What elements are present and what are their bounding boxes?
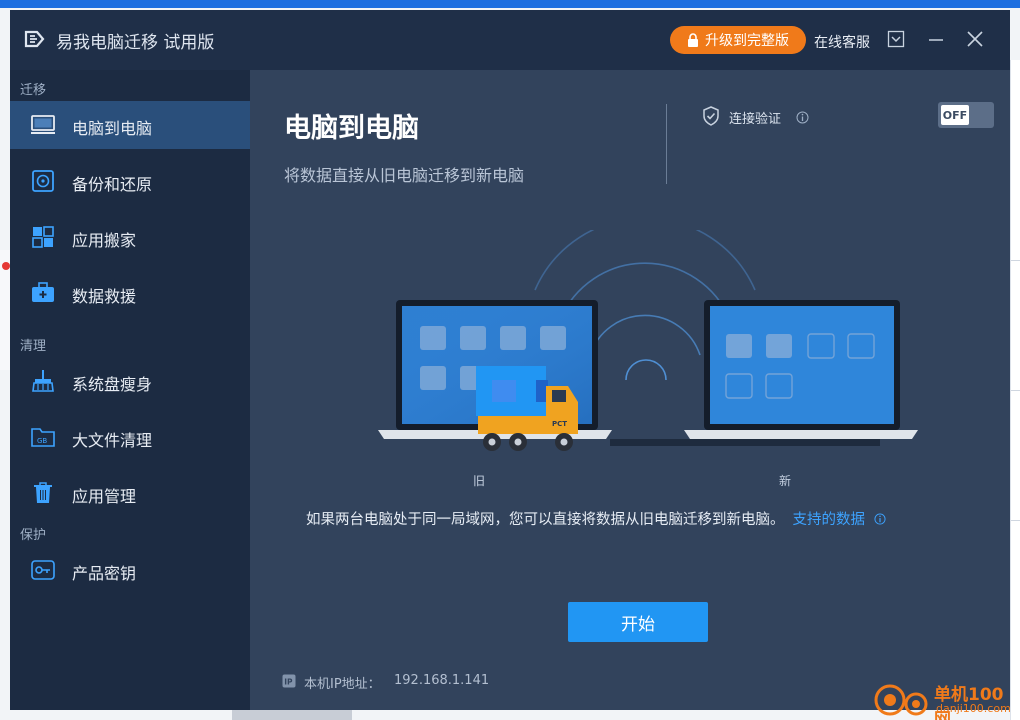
- background-divider: [1011, 520, 1020, 521]
- app-grid-icon: [32, 226, 54, 248]
- header-divider: [666, 104, 667, 184]
- sidebar-item-label: 电脑到电脑: [72, 119, 153, 138]
- watermark-logo-icon: [874, 684, 928, 716]
- minimize-icon[interactable]: [927, 30, 945, 48]
- sidebar-item-app-migration[interactable]: 应用搬家: [10, 213, 250, 261]
- page-subtitle: 将数据直接从旧电脑迁移到新电脑: [284, 166, 525, 185]
- background-app-right-strip: [1010, 60, 1020, 720]
- title-bar: 易我电脑迁移 试用版 升级到完整版 在线客服: [10, 10, 1010, 70]
- broom-icon: [32, 370, 54, 392]
- sidebar: 迁移 电脑到电脑 备份和还原 应用搬家 数据救援 清理 系统盘瘦身 GB 大文件…: [10, 70, 250, 710]
- info-icon[interactable]: [796, 111, 809, 124]
- app-logo-icon: [24, 30, 45, 48]
- close-icon[interactable]: [966, 30, 984, 48]
- truck-label: PCT: [552, 420, 567, 428]
- trash-can-icon: [34, 482, 52, 503]
- background-notification-dot: [2, 262, 10, 270]
- new-laptop-icon: [684, 300, 918, 439]
- first-aid-kit-icon: [32, 282, 54, 302]
- key-icon: [31, 560, 55, 580]
- backup-disk-icon: [32, 170, 54, 192]
- background-app-header: [0, 0, 1020, 8]
- dropdown-menu-icon[interactable]: [887, 30, 905, 48]
- upgrade-button[interactable]: 升级到完整版: [670, 26, 806, 54]
- gb-folder-icon: GB: [31, 428, 55, 447]
- lock-icon: [688, 33, 698, 47]
- new-pc-label: 新: [779, 474, 792, 488]
- sidebar-item-pc-to-pc[interactable]: 电脑到电脑: [10, 101, 250, 149]
- sidebar-section-protect: 保护: [20, 528, 47, 543]
- start-button[interactable]: 开始: [568, 602, 708, 642]
- sidebar-item-label: 系统盘瘦身: [72, 375, 153, 394]
- svg-text:GB: GB: [37, 437, 47, 445]
- background-divider: [1011, 390, 1020, 391]
- connection-verify-toggle[interactable]: OFF: [938, 102, 994, 128]
- ip-icon: IP: [282, 674, 296, 688]
- sidebar-item-backup-restore[interactable]: 备份和还原: [10, 157, 250, 205]
- sidebar-item-system-slim[interactable]: 系统盘瘦身: [10, 357, 250, 405]
- app-title: 易我电脑迁移 试用版: [56, 33, 215, 53]
- svg-text:IP: IP: [284, 677, 293, 686]
- upgrade-label: 升级到完整版: [705, 33, 789, 49]
- sidebar-item-data-rescue[interactable]: 数据救援: [10, 269, 250, 317]
- local-ip-label: 本机IP地址：: [304, 677, 381, 692]
- sidebar-item-label: 应用管理: [72, 487, 137, 506]
- info-icon[interactable]: [874, 513, 886, 525]
- main-panel: 电脑到电脑 将数据直接从旧电脑迁移到新电脑 连接验证 OFF PCT 旧 新 如…: [250, 70, 1010, 710]
- page-title: 电脑到电脑: [284, 113, 419, 144]
- sidebar-item-label: 大文件清理: [72, 431, 153, 450]
- sidebar-section-migrate: 迁移: [20, 83, 47, 98]
- lan-description: 如果两台电脑处于同一局域网，您可以直接将数据从旧电脑迁移到新电脑。 支持的数据: [306, 508, 886, 529]
- local-ip-value: 192.168.1.141: [394, 673, 490, 688]
- app-window: 易我电脑迁移 试用版 升级到完整版 在线客服 迁移 电脑到电脑 备份和还原 应用…: [10, 10, 1010, 710]
- sidebar-item-label: 应用搬家: [72, 231, 137, 250]
- background-app-left-strip: [0, 250, 10, 370]
- supported-data-link[interactable]: 支持的数据: [793, 512, 866, 528]
- connection-verify-label: 连接验证: [729, 112, 782, 127]
- sidebar-item-label: 数据救援: [72, 287, 137, 306]
- sidebar-item-label: 备份和还原: [72, 175, 153, 194]
- site-watermark: 单机100网 danji100.com: [870, 678, 1020, 720]
- background-divider: [1011, 260, 1020, 261]
- online-support-link[interactable]: 在线客服: [814, 32, 870, 52]
- lan-description-text: 如果两台电脑处于同一局域网，您可以直接将数据从旧电脑迁移到新电脑。: [306, 512, 785, 528]
- old-pc-label: 旧: [473, 474, 486, 488]
- sidebar-item-app-management[interactable]: 应用管理: [10, 469, 250, 517]
- migration-illustration: PCT: [378, 230, 918, 451]
- sidebar-item-product-key[interactable]: 产品密钥: [10, 546, 250, 594]
- sidebar-section-clean: 清理: [20, 339, 47, 354]
- sidebar-item-large-file-cleanup[interactable]: GB 大文件清理: [10, 413, 250, 461]
- toggle-state-label: OFF: [941, 105, 969, 125]
- shield-icon: [703, 106, 719, 126]
- monitor-icon: [31, 115, 55, 134]
- sidebar-item-label: 产品密钥: [72, 564, 137, 583]
- watermark-domain: danji100.com: [936, 702, 1011, 715]
